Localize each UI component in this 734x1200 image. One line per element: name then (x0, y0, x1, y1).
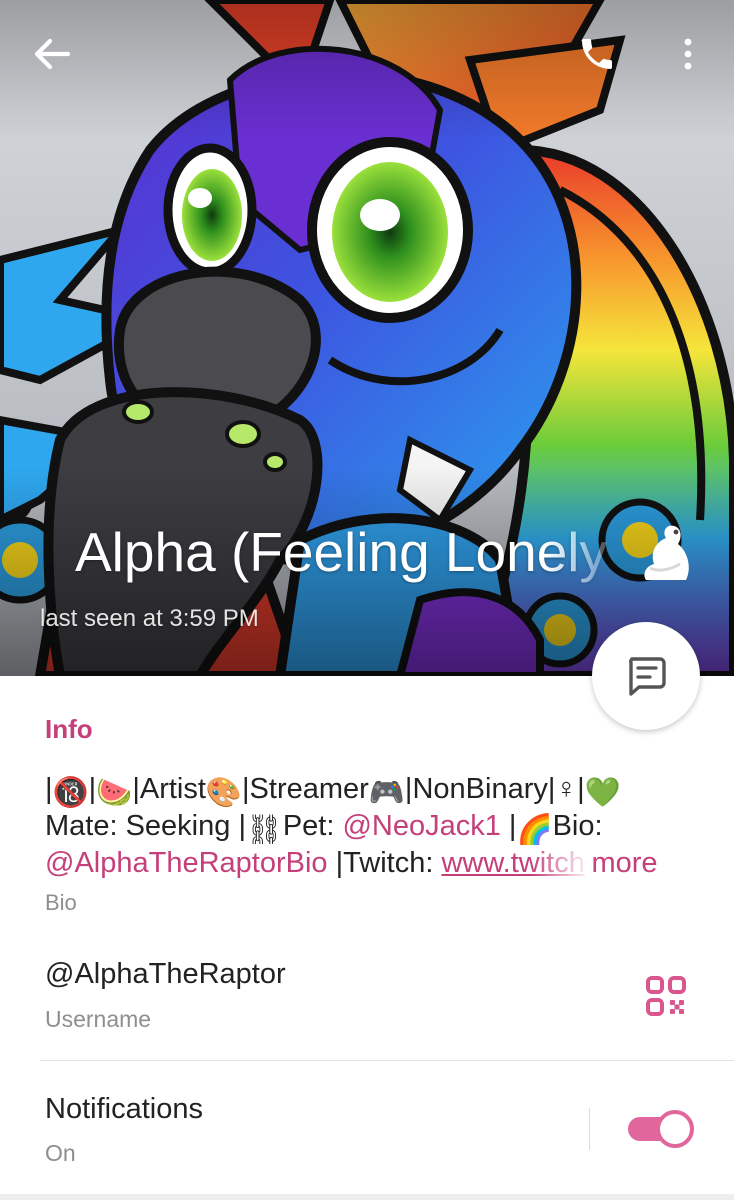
more-vertical-icon (684, 38, 692, 70)
notifications-toggle[interactable] (626, 1110, 694, 1148)
bio-separator: | (45, 773, 53, 805)
bio-pet-label: Pet: (282, 810, 343, 842)
last-seen-status: last seen at 3:59 PM (40, 605, 259, 632)
twitch-url-link[interactable]: www.twitch (441, 845, 591, 882)
bio-line-2: Mate: Seeking |⛓Pet: @NeoJack1 |🌈Bio: (45, 808, 710, 845)
no-under-18-emoji: 🔞 (52, 777, 89, 808)
bio-separator: | (577, 773, 585, 805)
username-caption: Username (45, 1006, 152, 1032)
bio-streamer: |Streamer (242, 773, 369, 805)
notifications-title[interactable]: Notifications (45, 1093, 203, 1126)
bio-line-3: @AlphaTheRaptorBio |Twitch: www.twitch mo… (45, 845, 710, 882)
message-icon (629, 657, 666, 696)
bio-caption: Bio (45, 890, 77, 915)
bio-handle-link[interactable]: @AlphaTheRaptorBio (45, 847, 328, 879)
watermelon-emoji: 🍉 (96, 777, 133, 808)
back-button[interactable] (20, 22, 84, 86)
bio-separator: | (500, 810, 517, 842)
message-button[interactable] (592, 622, 700, 730)
info-heading: Info (45, 714, 93, 744)
green-heart-emoji: 💚 (584, 777, 621, 808)
notifications-status: On (45, 1140, 76, 1166)
peacock-emoji (644, 525, 689, 580)
bio-more-link[interactable]: more (591, 847, 657, 879)
palette-emoji: 🎨 (205, 777, 243, 808)
next-section-edge (0, 1194, 734, 1200)
chains-emoji: ⛓ (245, 814, 283, 845)
profile-header: Alpha (Feeling Lonely last seen at 3:59 … (0, 0, 734, 676)
bio-separator: | (88, 773, 97, 805)
female-sign: ♀ (555, 773, 578, 805)
bio-bio-label: Bio: (552, 810, 603, 842)
toggle-knob (656, 1110, 694, 1148)
bio-mate: Mate: Seeking | (45, 810, 246, 842)
call-button[interactable] (565, 22, 629, 86)
arrow-left-icon (34, 38, 71, 70)
qr-code-button[interactable] (642, 972, 690, 1020)
qr-code-icon (646, 976, 686, 1016)
gamepad-emoji: 🎮 (368, 777, 405, 808)
section-divider (40, 1060, 734, 1061)
bio-line-1: |🔞|🍉|Artist🎨|Streamer🎮|NonBinary|♀|💚 (45, 771, 710, 808)
phone-icon (582, 39, 612, 69)
rainbow-emoji: 🌈 (516, 814, 553, 845)
profile-name: Alpha (Feeling Lonely (75, 521, 608, 583)
bio-nonbinary: |NonBinary| (404, 773, 556, 805)
bio-artist: |Artist (132, 773, 206, 805)
bio-twitch-label: |Twitch: (327, 847, 442, 879)
more-options-button[interactable] (656, 22, 720, 86)
pet-handle-link[interactable]: @NeoJack1 (342, 810, 500, 842)
username-value[interactable]: @AlphaTheRaptor (45, 958, 286, 991)
vertical-divider (589, 1108, 590, 1150)
profile-screen: Alpha (Feeling Lonely last seen at 3:59 … (0, 0, 734, 1200)
bio-text: |🔞|🍉|Artist🎨|Streamer🎮|NonBinary|♀|💚 Mat… (45, 771, 710, 882)
